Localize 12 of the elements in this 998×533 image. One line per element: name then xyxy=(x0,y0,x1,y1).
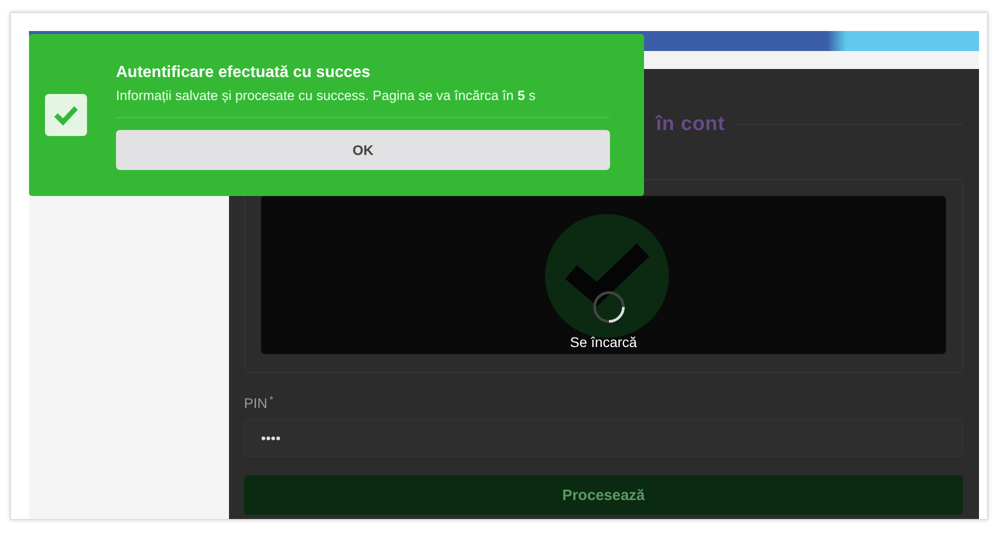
loading-text: Se încarcă xyxy=(570,334,637,350)
checkmark-icon xyxy=(45,94,87,136)
required-marker: * xyxy=(269,395,274,406)
toast-title: Autentificare efectuată cu succes xyxy=(116,64,372,82)
page-heading: în cont xyxy=(656,112,726,136)
submit-button[interactable]: Procesează xyxy=(244,475,963,515)
pin-label: PIN xyxy=(244,395,268,411)
check-circle-icon xyxy=(545,214,669,338)
loading-spinner-icon xyxy=(591,289,627,325)
pin-field[interactable]: •••• xyxy=(244,419,963,457)
ok-button[interactable]: OK xyxy=(116,130,610,170)
toast-message: Informații salvate și procesate cu success. Pagina se va încărca în 5 s xyxy=(116,88,536,102)
